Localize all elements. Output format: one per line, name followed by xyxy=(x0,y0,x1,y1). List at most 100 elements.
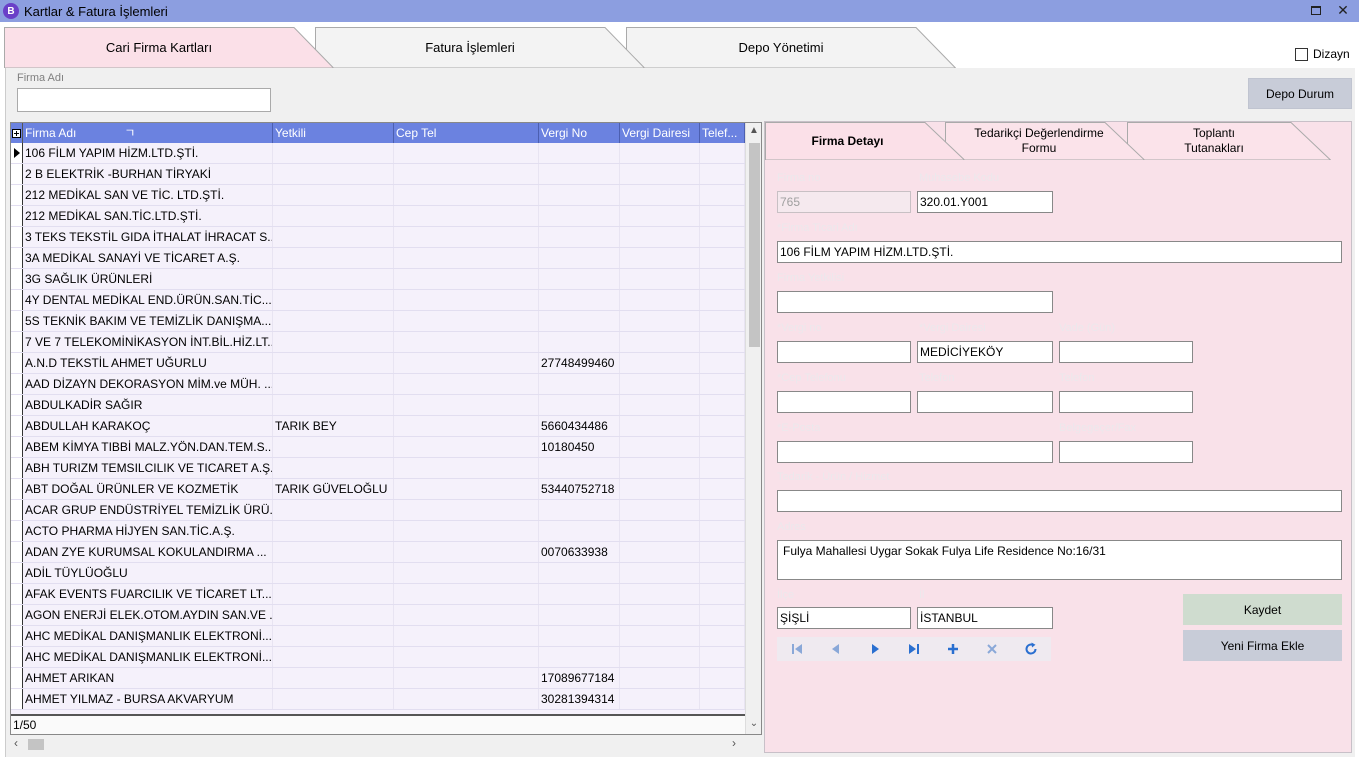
ticari-adi-field[interactable]: 106 FİLM YAPIM HİZM.LTD.ŞTİ. xyxy=(777,241,1342,263)
table-row[interactable]: ACAR GRUP ENDÜSTRİYEL TEMİZLİK ÜRÜ... xyxy=(11,500,745,521)
table-cell[interactable] xyxy=(539,143,620,163)
row-indicator[interactable] xyxy=(11,248,23,268)
yetkili-field[interactable] xyxy=(777,291,1053,313)
table-cell[interactable]: ABDULKADİR SAĞIR xyxy=(23,395,273,415)
table-cell[interactable] xyxy=(539,164,620,184)
dizayn-checkbox[interactable] xyxy=(1295,47,1308,61)
table-cell[interactable] xyxy=(394,521,539,541)
table-cell[interactable] xyxy=(620,206,700,226)
row-indicator[interactable] xyxy=(11,437,23,457)
prev-icon[interactable] xyxy=(816,637,855,661)
table-cell[interactable] xyxy=(273,311,394,331)
vade-field[interactable] xyxy=(1059,341,1193,363)
table-cell[interactable] xyxy=(273,332,394,352)
table-row[interactable]: ABDULLAH KARAKOÇ TARIK BEY 5660434486 xyxy=(11,416,745,437)
tedarik-field[interactable] xyxy=(777,490,1342,512)
table-cell[interactable] xyxy=(394,206,539,226)
table-cell[interactable] xyxy=(700,563,745,583)
table-cell[interactable] xyxy=(620,290,700,310)
table-cell[interactable]: ABT DOĞAL ÜRÜNLER VE KOZMETİK xyxy=(23,479,273,499)
row-indicator[interactable] xyxy=(11,605,23,625)
tab-fatura-islemleri[interactable]: Fatura İşlemleri xyxy=(315,27,645,68)
select-all-icon[interactable] xyxy=(11,123,23,143)
table-cell[interactable] xyxy=(273,689,394,709)
table-cell[interactable] xyxy=(394,332,539,352)
table-cell[interactable] xyxy=(539,458,620,478)
table-cell[interactable] xyxy=(273,542,394,562)
table-cell[interactable] xyxy=(394,437,539,457)
table-cell[interactable] xyxy=(394,626,539,646)
table-cell[interactable] xyxy=(394,164,539,184)
table-cell[interactable]: AGON ENERJİ ELEK.OTOM.AYDIN SAN.VE ... xyxy=(23,605,273,625)
table-cell[interactable] xyxy=(273,185,394,205)
table-cell[interactable]: ACAR GRUP ENDÜSTRİYEL TEMİZLİK ÜRÜ... xyxy=(23,500,273,520)
table-cell[interactable] xyxy=(394,248,539,268)
scroll-right-icon[interactable]: › xyxy=(732,736,736,750)
table-cell[interactable] xyxy=(620,353,700,373)
column-header-telefon[interactable]: Telef... xyxy=(700,123,745,143)
kaydet-button[interactable]: Kaydet xyxy=(1183,594,1342,625)
table-row[interactable]: 3A MEDİKAL SANAYİ VE TİCARET A.Ş. xyxy=(11,248,745,269)
table-cell[interactable]: AHC MEDİKAL DANIŞMANLIK ELEKTRONİ... xyxy=(23,647,273,667)
row-indicator[interactable] xyxy=(11,668,23,688)
table-cell[interactable] xyxy=(394,374,539,394)
table-cell[interactable] xyxy=(273,500,394,520)
search-input[interactable] xyxy=(17,88,271,112)
table-row[interactable]: 5S TEKNİK BAKIM VE TEMİZLİK DANIŞMA... xyxy=(11,311,745,332)
vergi-no-field[interactable] xyxy=(777,341,911,363)
fax-field[interactable] xyxy=(1059,441,1193,463)
table-cell[interactable] xyxy=(700,248,745,268)
table-cell[interactable]: 3G SAĞLIK ÜRÜNLERİ xyxy=(23,269,273,289)
table-cell[interactable] xyxy=(620,164,700,184)
table-cell[interactable] xyxy=(539,185,620,205)
row-indicator[interactable] xyxy=(11,647,23,667)
table-cell[interactable] xyxy=(700,185,745,205)
table-cell[interactable] xyxy=(620,395,700,415)
table-cell[interactable] xyxy=(539,374,620,394)
tab-cari-firma-kartlari[interactable]: Cari Firma Kartları xyxy=(4,27,334,68)
table-cell[interactable] xyxy=(620,668,700,688)
row-indicator[interactable] xyxy=(11,584,23,604)
table-cell[interactable] xyxy=(273,269,394,289)
table-cell[interactable] xyxy=(273,458,394,478)
table-cell[interactable] xyxy=(394,563,539,583)
vertical-scrollbar[interactable]: ▲ ⌄ xyxy=(745,123,761,734)
table-cell[interactable] xyxy=(539,521,620,541)
table-cell[interactable] xyxy=(539,584,620,604)
close-button[interactable]: ✕ xyxy=(1330,0,1356,20)
row-indicator[interactable] xyxy=(11,458,23,478)
table-row[interactable]: ACTO PHARMA HİJYEN SAN.TİC.A.Ş. xyxy=(11,521,745,542)
row-indicator[interactable] xyxy=(11,479,23,499)
table-row[interactable]: AGON ENERJİ ELEK.OTOM.AYDIN SAN.VE ... xyxy=(11,605,745,626)
table-cell[interactable] xyxy=(273,647,394,667)
table-cell[interactable] xyxy=(273,668,394,688)
telefon1-field[interactable] xyxy=(917,391,1053,413)
table-row[interactable]: 7 VE 7 TELEKOMİNİKASYON İNT.BİL.HİZ.LT..… xyxy=(11,332,745,353)
table-cell[interactable] xyxy=(394,311,539,331)
table-cell[interactable] xyxy=(539,290,620,310)
table-cell[interactable]: AHC MEDİKAL DANIŞMANLIK ELEKTRONİ... xyxy=(23,626,273,646)
table-cell[interactable] xyxy=(273,248,394,268)
table-cell[interactable]: 5S TEKNİK BAKIM VE TEMİZLİK DANIŞMA... xyxy=(23,311,273,331)
table-cell[interactable] xyxy=(620,185,700,205)
next-icon[interactable] xyxy=(855,637,894,661)
table-cell[interactable] xyxy=(700,395,745,415)
tab-tedarikci-degerlendirme[interactable]: Tedarikçi Değerlendirme Formu xyxy=(945,122,1145,160)
yeni-firma-ekle-button[interactable]: Yeni Firma Ekle xyxy=(1183,630,1342,661)
table-cell[interactable] xyxy=(394,668,539,688)
table-cell[interactable]: ACTO PHARMA HİJYEN SAN.TİC.A.Ş. xyxy=(23,521,273,541)
table-cell[interactable]: ABEM KİMYA TIBBİ MALZ.YÖN.DAN.TEM.S... xyxy=(23,437,273,457)
table-row[interactable]: ABH TURIZM TEMSILCILIK VE TICARET A.Ş. xyxy=(11,458,745,479)
table-cell[interactable] xyxy=(539,206,620,226)
table-cell[interactable] xyxy=(620,332,700,352)
row-indicator[interactable] xyxy=(11,689,23,709)
table-cell[interactable] xyxy=(539,227,620,247)
row-indicator[interactable] xyxy=(11,353,23,373)
scroll-up-icon[interactable]: ▲ xyxy=(746,125,761,136)
table-cell[interactable] xyxy=(620,626,700,646)
table-cell[interactable]: 4Y DENTAL MEDİKAL END.ÜRÜN.SAN.TİC.... xyxy=(23,290,273,310)
table-cell[interactable] xyxy=(620,647,700,667)
table-cell[interactable] xyxy=(700,626,745,646)
telefon2-field[interactable] xyxy=(1059,391,1193,413)
table-row[interactable]: 212 MEDİKAL SAN VE TİC. LTD.ŞTİ. xyxy=(11,185,745,206)
